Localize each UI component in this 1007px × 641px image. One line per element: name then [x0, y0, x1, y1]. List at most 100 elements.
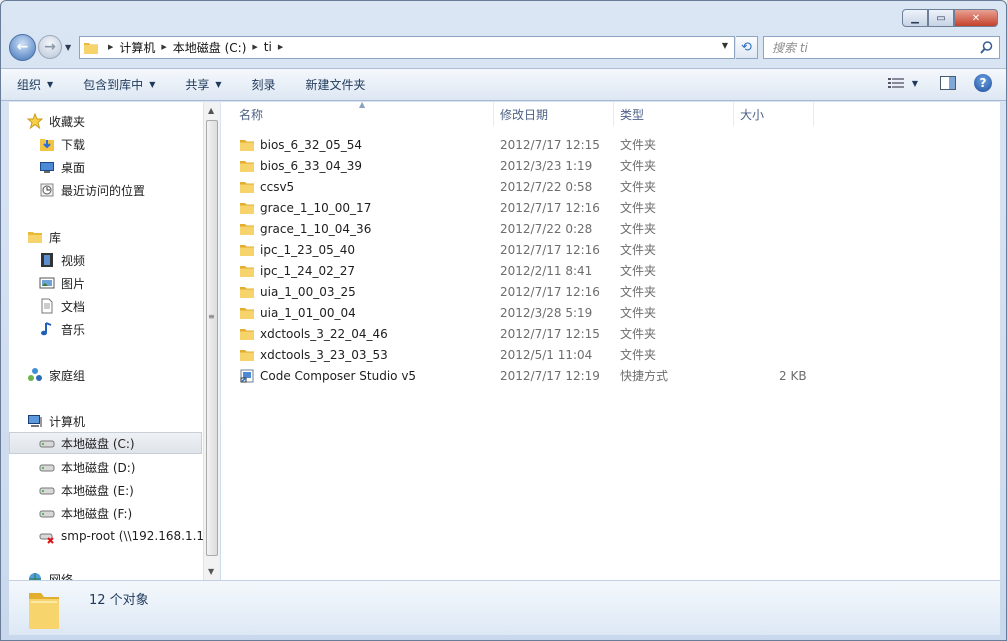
- file-name: grace_1_10_04_36: [260, 221, 372, 236]
- breadcrumb-separator[interactable]: ▶: [108, 43, 113, 51]
- file-row[interactable]: bios_6_33_04_39 2012/3/23 1:19 文件夹: [239, 155, 839, 176]
- column-header-name[interactable]: 名称 ▲: [221, 100, 494, 126]
- scrollbar-thumb[interactable]: [206, 120, 218, 556]
- file-name: uia_1_01_00_04: [260, 305, 356, 320]
- file-name-cell: bios_6_33_04_39: [239, 158, 362, 174]
- nav-favorites[interactable]: 收藏夹: [27, 110, 85, 132]
- network-icon: [27, 571, 43, 580]
- recent-pages-dropdown[interactable]: ▼: [65, 43, 71, 52]
- file-type: 文件夹: [620, 138, 657, 152]
- file-row[interactable]: xdctools_3_22_04_46 2012/7/17 12:15 文件夹: [239, 323, 839, 344]
- minimize-button[interactable]: ▁: [902, 9, 928, 27]
- chevron-down-icon: ▼: [215, 80, 222, 89]
- file-type: 文件夹: [620, 285, 657, 299]
- nav-downloads[interactable]: 下载: [39, 133, 85, 155]
- chevron-down-icon: ▼: [149, 80, 156, 89]
- folder-icon: [239, 137, 255, 153]
- nav-label: 下载: [61, 137, 86, 152]
- nav-videos[interactable]: 视频: [39, 249, 85, 271]
- desktop-icon: [39, 159, 55, 175]
- nav-drive-f[interactable]: 本地磁盘 (F:): [39, 502, 132, 524]
- star-icon: [27, 113, 43, 129]
- file-row[interactable]: uia_1_01_00_04 2012/3/28 5:19 文件夹: [239, 302, 839, 323]
- close-button[interactable]: ✕: [954, 9, 998, 27]
- nav-libraries[interactable]: 库: [27, 226, 61, 248]
- nav-label: 计算机: [49, 414, 86, 429]
- new-folder-button[interactable]: 新建文件夹: [306, 76, 366, 93]
- nav-label: 最近访问的位置: [61, 183, 146, 198]
- breadcrumb-ti[interactable]: ti: [264, 40, 272, 54]
- column-header-type[interactable]: 类型: [614, 102, 734, 126]
- breadcrumb-separator[interactable]: ▶: [161, 43, 166, 51]
- nav-label: 本地磁盘 (C:): [61, 436, 135, 451]
- file-row[interactable]: grace_1_10_04_36 2012/7/22 0:28 文件夹: [239, 218, 839, 239]
- column-header-size[interactable]: 大小: [734, 102, 814, 126]
- breadcrumb-separator[interactable]: ▶: [252, 43, 257, 51]
- breadcrumb-drive-c[interactable]: 本地磁盘 (C:): [173, 39, 247, 56]
- nav-music[interactable]: 音乐: [39, 318, 85, 340]
- file-row[interactable]: xdctools_3_23_03_53 2012/5/1 11:04 文件夹: [239, 344, 839, 365]
- column-header-modified[interactable]: 修改日期: [494, 102, 614, 126]
- navigation-scrollbar[interactable]: ▲ ≡ ▼: [203, 102, 220, 580]
- nav-computer[interactable]: 计算机: [27, 410, 85, 432]
- nav-documents[interactable]: 文档: [39, 295, 85, 317]
- maximize-button[interactable]: ▭: [928, 9, 954, 27]
- nav-drive-c[interactable]: 本地磁盘 (C:): [9, 432, 202, 454]
- file-type: 文件夹: [620, 306, 657, 320]
- change-view-button[interactable]: [887, 77, 904, 89]
- back-button[interactable]: ←: [9, 33, 36, 61]
- nav-drive-d[interactable]: 本地磁盘 (D:): [39, 456, 135, 478]
- file-name: ccsv5: [260, 179, 295, 194]
- nav-network[interactable]: 网络: [27, 568, 73, 580]
- address-bar[interactable]: ▶ 计算机 ▶ 本地磁盘 (C:) ▶ ti ▶ ▼: [79, 35, 735, 59]
- file-name-cell: uia_1_00_03_25: [239, 284, 356, 300]
- refresh-icon: ⟲: [741, 39, 752, 55]
- downloads-icon: [39, 136, 55, 152]
- chevron-down-icon: ▼: [47, 80, 54, 89]
- file-name: Code Composer Studio v5: [260, 368, 417, 383]
- nav-homegroup[interactable]: 家庭组: [27, 364, 85, 386]
- file-name: bios_6_33_04_39: [260, 158, 362, 173]
- file-row[interactable]: grace_1_10_00_17 2012/7/17 12:16 文件夹: [239, 197, 839, 218]
- nav-label: smp-root (\\192.168.1.10: [61, 529, 203, 543]
- file-name: bios_6_32_05_54: [260, 137, 362, 152]
- file-name: grace_1_10_00_17: [260, 200, 372, 215]
- folder-icon: [239, 347, 255, 363]
- nav-network-drive[interactable]: smp-root (\\192.168.1.10: [39, 525, 203, 547]
- search-input[interactable]: 搜索 ti: [763, 35, 1000, 59]
- file-row[interactable]: uia_1_00_03_25 2012/7/17 12:16 文件夹: [239, 281, 839, 302]
- nav-pictures[interactable]: 图片: [39, 272, 85, 294]
- nav-drive-e[interactable]: 本地磁盘 (E:): [39, 479, 134, 501]
- file-row[interactable]: Code Composer Studio v5 2012/7/17 12:19 快捷…: [239, 365, 839, 386]
- file-type: 文件夹: [620, 222, 657, 236]
- preview-pane-button[interactable]: [940, 76, 956, 90]
- explorer-window: ▁ ▭ ✕ ← → ▼ ▶ 计算机 ▶ 本地磁盘 (C:) ▶ ti ▶ ▼ ⟲…: [0, 0, 1007, 641]
- share-menu[interactable]: 共享 ▼: [185, 76, 221, 93]
- nav-recent-places[interactable]: 最近访问的位置: [39, 179, 145, 201]
- refresh-button[interactable]: ⟲: [736, 35, 758, 59]
- file-name-cell: ipc_1_24_02_27: [239, 263, 355, 279]
- address-dropdown-icon[interactable]: ▼: [722, 41, 728, 50]
- help-button[interactable]: ?: [974, 74, 992, 92]
- nav-label: 音乐: [61, 322, 86, 337]
- include-in-library-menu[interactable]: 包含到库中 ▼: [83, 76, 155, 93]
- file-name-cell: bios_6_32_05_54: [239, 137, 362, 153]
- file-row[interactable]: ipc_1_23_05_40 2012/7/17 12:16 文件夹: [239, 239, 839, 260]
- file-date: 2012/7/17 12:16: [500, 200, 600, 215]
- file-type: 文件夹: [620, 264, 657, 278]
- view-dropdown-icon[interactable]: ▼: [912, 79, 918, 88]
- scroll-down-icon[interactable]: ▼: [208, 567, 214, 576]
- scroll-up-icon[interactable]: ▲: [208, 106, 214, 115]
- file-row[interactable]: ipc_1_24_02_27 2012/2/11 8:41 文件夹: [239, 260, 839, 281]
- forward-button[interactable]: →: [38, 35, 62, 59]
- forward-arrow-icon: →: [44, 39, 56, 55]
- file-row[interactable]: ccsv5 2012/7/22 0:58 文件夹: [239, 176, 839, 197]
- nav-label: 收藏夹: [49, 114, 86, 129]
- organize-menu[interactable]: 组织 ▼: [17, 76, 53, 93]
- burn-button[interactable]: 刻录: [252, 76, 276, 93]
- nav-desktop[interactable]: 桌面: [39, 156, 85, 178]
- file-row[interactable]: bios_6_32_05_54 2012/7/17 12:15 文件夹: [239, 134, 839, 155]
- file-date: 2012/7/17 12:19: [500, 368, 600, 383]
- breadcrumb-separator[interactable]: ▶: [278, 43, 283, 51]
- breadcrumb-computer[interactable]: 计算机: [119, 39, 155, 56]
